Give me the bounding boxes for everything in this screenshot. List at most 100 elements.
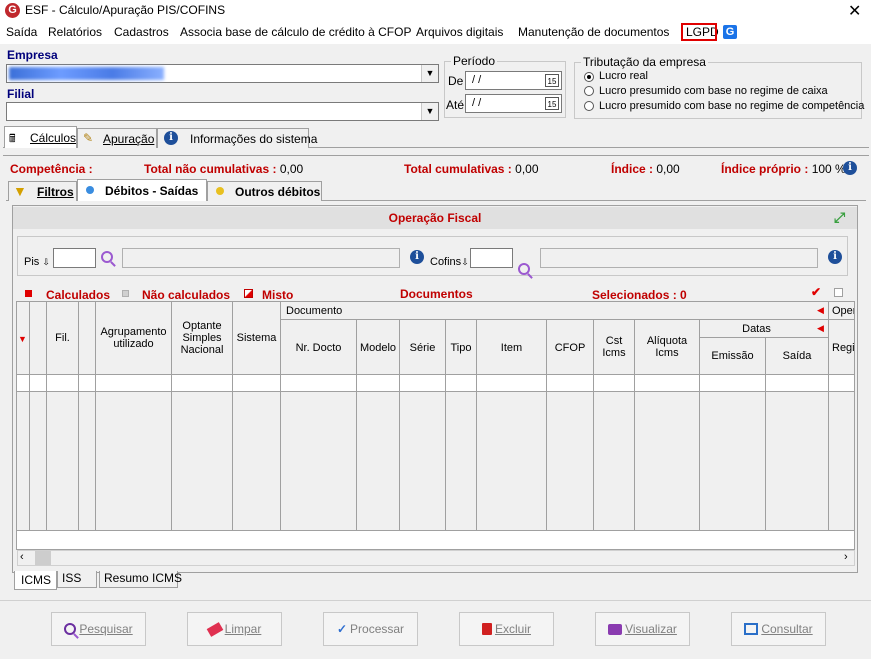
col-line	[78, 302, 79, 531]
tab-resumo-icms[interactable]: Resumo ICMS	[99, 571, 182, 588]
chevron-down-icon[interactable]: ▼	[421, 65, 438, 82]
tab-informacoes-label: Informações do sistema	[190, 132, 318, 146]
info-icon: i	[164, 131, 178, 145]
col-item[interactable]: Item	[477, 342, 546, 354]
scrollbar-thumb[interactable]	[35, 551, 51, 565]
limpar-button[interactable]: Limpar	[187, 612, 282, 646]
cofins-info-icon[interactable]: i	[828, 250, 842, 264]
date-de-value: / /	[472, 74, 482, 86]
chevron-down-icon[interactable]: ▼	[421, 103, 438, 120]
col-emissao[interactable]: Emissão	[700, 350, 765, 362]
nao-calculados-marker	[122, 290, 129, 297]
expand-icon[interactable]: ⤢	[834, 209, 845, 226]
col-group-documento: Documento	[286, 305, 343, 317]
cofins-search-icon[interactable]	[518, 263, 530, 275]
col-nr-docto[interactable]: Nr. Docto	[281, 342, 356, 354]
pis-info-icon[interactable]: i	[410, 250, 424, 264]
empresa-label: Empresa	[7, 48, 58, 62]
menu-associa-base[interactable]: Associa base de cálculo de crédito à CFO…	[180, 25, 411, 39]
radio-presumido-competencia[interactable]	[584, 101, 594, 111]
check-all-icon[interactable]: ✔	[811, 285, 821, 299]
col-sistema[interactable]: Sistema	[233, 332, 280, 344]
close-icon[interactable]: ✕	[848, 1, 861, 21]
menu-cadastros[interactable]: Cadastros	[114, 25, 169, 39]
tab-outros-debitos[interactable]: Outros débitos	[207, 181, 322, 201]
tab-debitos-saidas-label: Débitos - Saídas	[105, 184, 199, 198]
table-row[interactable]	[17, 375, 854, 391]
window-title: ESF - Cálculo/Apuração PIS/COFINS	[25, 3, 226, 17]
menu-relatorios[interactable]: Relatórios	[48, 25, 102, 39]
date-de-input[interactable]: / / 15	[465, 71, 562, 90]
select-all-checkbox[interactable]	[834, 288, 843, 297]
tab-filtros-label: Filtros	[37, 185, 74, 199]
tab-apuracao[interactable]: ✎ Apuração	[77, 128, 157, 148]
pis-label-text: Pis	[24, 256, 40, 268]
tab-resumo-icms-label: Resumo ICMS	[104, 571, 183, 585]
total-cum-value: 0,00	[515, 162, 539, 176]
grid-body-bottom-line	[17, 530, 854, 531]
pis-code-input[interactable]	[53, 248, 96, 268]
legend-nao-calculados: Não calculados	[142, 288, 231, 302]
menu-saida[interactable]: Saída	[6, 25, 37, 39]
empresa-combo[interactable]: ▼	[6, 64, 439, 83]
col-cfop[interactable]: CFOP	[547, 342, 593, 354]
processar-button[interactable]: ✓ Processar	[323, 612, 418, 646]
title-bar: G ESF - Cálculo/Apuração PIS/COFINS ✕	[0, 0, 871, 22]
col-modelo[interactable]: Modelo	[357, 342, 399, 354]
cofins-label: Cofins⇩	[430, 256, 469, 268]
radio-presumido-caixa-label: Lucro presumido com base no regime de ca…	[599, 85, 828, 97]
visualizar-button[interactable]: Visualizar	[595, 612, 690, 646]
menu-manutencao-documentos[interactable]: Manutenção de documentos	[518, 25, 669, 39]
col-saida[interactable]: Saída	[766, 350, 828, 362]
col-agrupamento[interactable]: Agrupamento utilizado	[96, 326, 171, 350]
scroll-left-icon[interactable]: ‹	[20, 551, 24, 563]
periodo-title: Período	[451, 54, 498, 68]
tab-icms[interactable]: ICMS	[14, 571, 57, 590]
consultar-button[interactable]: Consultar	[731, 612, 826, 646]
tab-informacoes[interactable]: i Informações do sistema	[157, 128, 317, 148]
grid-row-bottom-line	[17, 391, 854, 392]
col-group-oper: Oper	[832, 305, 854, 317]
calendar-icon[interactable]: 15	[545, 74, 559, 87]
calculator-icon: 🖩	[9, 133, 16, 145]
summary-top-line	[3, 155, 869, 156]
date-ate-input[interactable]: / / 15	[465, 94, 562, 113]
collapse-left-icon[interactable]: ◀	[817, 305, 824, 316]
col-serie[interactable]: Série	[400, 342, 445, 354]
sort-indicator-icon[interactable]: ▼	[18, 334, 27, 344]
de-label: De	[448, 74, 464, 88]
menu-arquivos-digitais[interactable]: Arquivos digitais	[416, 25, 503, 39]
tab-calculos[interactable]: 🖩 Cálculos	[4, 126, 77, 148]
cofins-code-input[interactable]	[470, 248, 513, 268]
pis-label: Pis ⇩	[24, 256, 50, 268]
g-brand-icon[interactable]: G	[723, 25, 737, 39]
radio-lucro-real[interactable]	[584, 72, 594, 82]
collapse-left-icon[interactable]: ◀	[817, 323, 824, 334]
info-icon[interactable]: i	[843, 161, 857, 175]
radio-presumido-caixa[interactable]	[584, 86, 594, 96]
indice-value: 0,00	[656, 162, 680, 176]
filial-combo[interactable]: ▼	[6, 102, 439, 121]
pesquisar-button[interactable]: Pesquisar	[51, 612, 146, 646]
calendar-icon[interactable]: 15	[545, 97, 559, 110]
col-cst-icms[interactable]: Cst Icms	[600, 335, 628, 359]
misto-marker	[244, 289, 253, 298]
menu-bar: Saída Relatórios Cadastros Associa base …	[0, 22, 871, 44]
check-icon: ✓	[336, 622, 348, 636]
col-optante[interactable]: Optante Simples Nacional	[172, 320, 232, 356]
col-regi[interactable]: Regi	[832, 342, 854, 354]
trash-icon	[481, 623, 492, 635]
excluir-button[interactable]: Excluir	[459, 612, 554, 646]
col-tipo[interactable]: Tipo	[446, 342, 476, 354]
tab-filtros[interactable]: ▼ Filtros	[8, 181, 77, 201]
eraser-icon	[206, 621, 223, 637]
tab-debitos-saidas[interactable]: Débitos - Saídas	[77, 179, 207, 201]
col-fil[interactable]: Fil.	[47, 332, 78, 344]
scroll-right-icon[interactable]: ›	[844, 551, 848, 563]
pis-description-field	[122, 248, 400, 268]
visualizar-label: Visualizar	[625, 622, 677, 636]
pis-search-icon[interactable]	[101, 251, 113, 263]
tab-iss[interactable]: ISS	[57, 571, 97, 588]
col-aliquota[interactable]: Alíquota Icms	[642, 335, 692, 359]
horizontal-scrollbar[interactable]	[17, 550, 855, 566]
